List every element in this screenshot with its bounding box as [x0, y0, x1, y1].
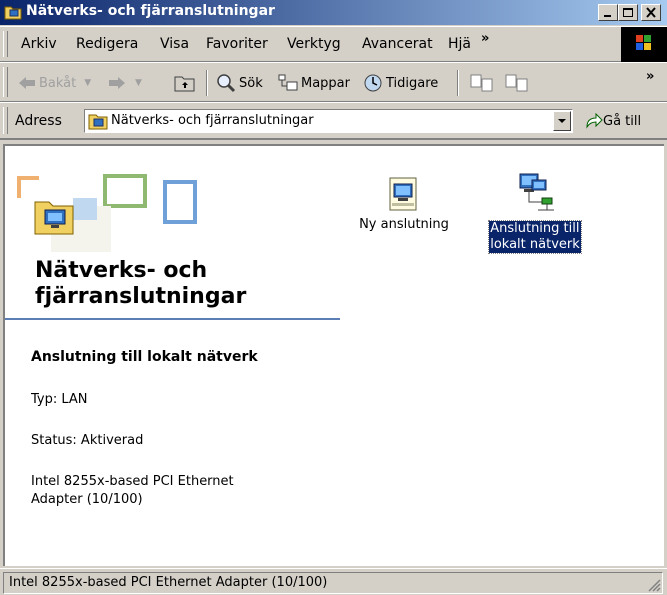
folders-button[interactable]: Mappar	[278, 71, 350, 95]
address-dropdown-button[interactable]	[553, 111, 571, 131]
go-label: Gå till	[603, 113, 642, 129]
panel-title-line1: Nätverks- och	[35, 258, 208, 283]
move-to-icon	[470, 74, 493, 92]
new-connection-item[interactable]: Ny anslutning	[348, 176, 460, 233]
menu-verktyg[interactable]: Verktyg	[287, 36, 341, 52]
details-name: Anslutning till lokalt nätverk	[31, 349, 258, 365]
window-title: Nätverks- och fjärranslutningar	[26, 3, 275, 19]
status-bar: Intel 8255x-based PCI Ethernet Adapter (…	[0, 568, 667, 595]
lan-label-line1: Anslutning till	[490, 221, 580, 236]
panel-title-line2: fjärranslutningar	[35, 284, 247, 309]
menu-bar: Arkiv Redigera Visa Favoriter Verktyg Av…	[0, 26, 667, 62]
maximize-button[interactable]	[618, 4, 638, 21]
lan-connection-label: Anslutning till lokalt nätverk	[475, 220, 595, 254]
go-button[interactable]: Gå till	[585, 113, 641, 129]
copy-to-icon	[505, 74, 528, 92]
menu-avancerat[interactable]: Avancerat	[362, 36, 433, 52]
back-button[interactable]: Bakåt ▼	[18, 71, 91, 95]
toolbar-separator	[206, 70, 208, 96]
address-label: Adress	[15, 113, 62, 129]
back-label: Bakåt	[39, 75, 77, 91]
forward-arrow-icon	[109, 77, 125, 89]
resize-grip-icon[interactable]	[647, 578, 661, 592]
lan-connection-item[interactable]: Anslutning till lokalt nätverk	[475, 172, 595, 254]
status-pane: Intel 8255x-based PCI Ethernet Adapter (…	[3, 572, 663, 594]
new-connection-label: Ny anslutning	[359, 217, 449, 232]
folder-up-icon	[174, 76, 195, 92]
address-bar: Adress Nätverks- och fjärranslutningar G…	[0, 102, 667, 140]
folder-view[interactable]: Nätverks- och fjärranslutningar Anslutni…	[3, 144, 664, 566]
search-icon	[217, 74, 236, 93]
close-icon	[646, 7, 656, 18]
toolbar-overflow-chevron-icon[interactable]: »	[646, 69, 655, 84]
go-arrow-icon	[586, 113, 603, 129]
close-button[interactable]	[641, 4, 661, 21]
back-arrow-icon	[19, 77, 35, 89]
copy-to-button[interactable]	[505, 71, 532, 95]
minimize-button[interactable]	[598, 4, 618, 21]
windows-logo	[621, 27, 667, 62]
folders-icon	[278, 74, 298, 91]
address-value: Nätverks- och fjärranslutningar	[111, 113, 314, 128]
network-folder-icon	[4, 6, 22, 20]
menu-arkiv[interactable]: Arkiv	[21, 36, 57, 52]
network-folder-large-icon	[34, 201, 74, 235]
menu-help[interactable]: Hjä	[448, 36, 471, 52]
status-text: Intel 8255x-based PCI Ethernet Adapter (…	[9, 575, 328, 590]
move-to-button[interactable]	[470, 71, 497, 95]
details-device-line2: Adapter (10/100)	[31, 492, 143, 507]
details-status: Status: Aktiverad	[31, 433, 144, 448]
history-button[interactable]: Tidigare	[363, 71, 438, 95]
lan-connection-label-selected: Anslutning till lokalt nätverk	[488, 220, 582, 254]
title-divider	[5, 318, 340, 320]
toolbar-grip[interactable]	[3, 67, 8, 97]
menu-favoriter[interactable]: Favoriter	[206, 36, 268, 52]
menu-overflow-chevron-icon[interactable]: »	[481, 31, 490, 46]
address-input[interactable]: Nätverks- och fjärranslutningar	[84, 109, 573, 133]
search-button[interactable]: Sök	[216, 71, 263, 95]
toolbar-separator	[457, 70, 459, 96]
minimize-icon	[604, 15, 611, 17]
history-label: Tidigare	[386, 75, 439, 91]
back-dropdown-icon[interactable]: ▼	[84, 78, 91, 88]
windows-flag-icon	[636, 35, 651, 50]
new-connection-icon	[389, 177, 417, 211]
details-device-line1: Intel 8255x-based PCI Ethernet	[31, 474, 234, 489]
standard-toolbar: Bakåt ▼ ▼ Sök Mappar Tidigare »	[0, 62, 667, 102]
address-grip[interactable]	[3, 107, 8, 134]
folders-label: Mappar	[301, 75, 350, 91]
menu-visa[interactable]: Visa	[160, 36, 189, 52]
menu-redigera[interactable]: Redigera	[76, 36, 138, 52]
history-icon	[364, 74, 382, 92]
maximize-icon	[623, 8, 633, 17]
dropdown-arrow-icon	[558, 119, 566, 123]
menu-grip[interactable]	[3, 31, 8, 57]
search-label: Sök	[239, 75, 263, 91]
lan-connection-icon	[519, 173, 554, 211]
forward-button[interactable]: ▼	[108, 71, 142, 95]
explorer-window: Nätverks- och fjärranslutningar Arkiv Re…	[0, 0, 667, 595]
network-folder-icon	[88, 114, 108, 130]
lan-label-line2: lokalt nätverk	[490, 237, 580, 252]
up-folder-button[interactable]	[174, 71, 199, 95]
details-type: Typ: LAN	[31, 392, 88, 407]
forward-dropdown-icon[interactable]: ▼	[135, 78, 142, 88]
panel-title: Nätverks- och fjärranslutningar	[35, 258, 246, 310]
title-bar[interactable]: Nätverks- och fjärranslutningar	[0, 0, 667, 25]
